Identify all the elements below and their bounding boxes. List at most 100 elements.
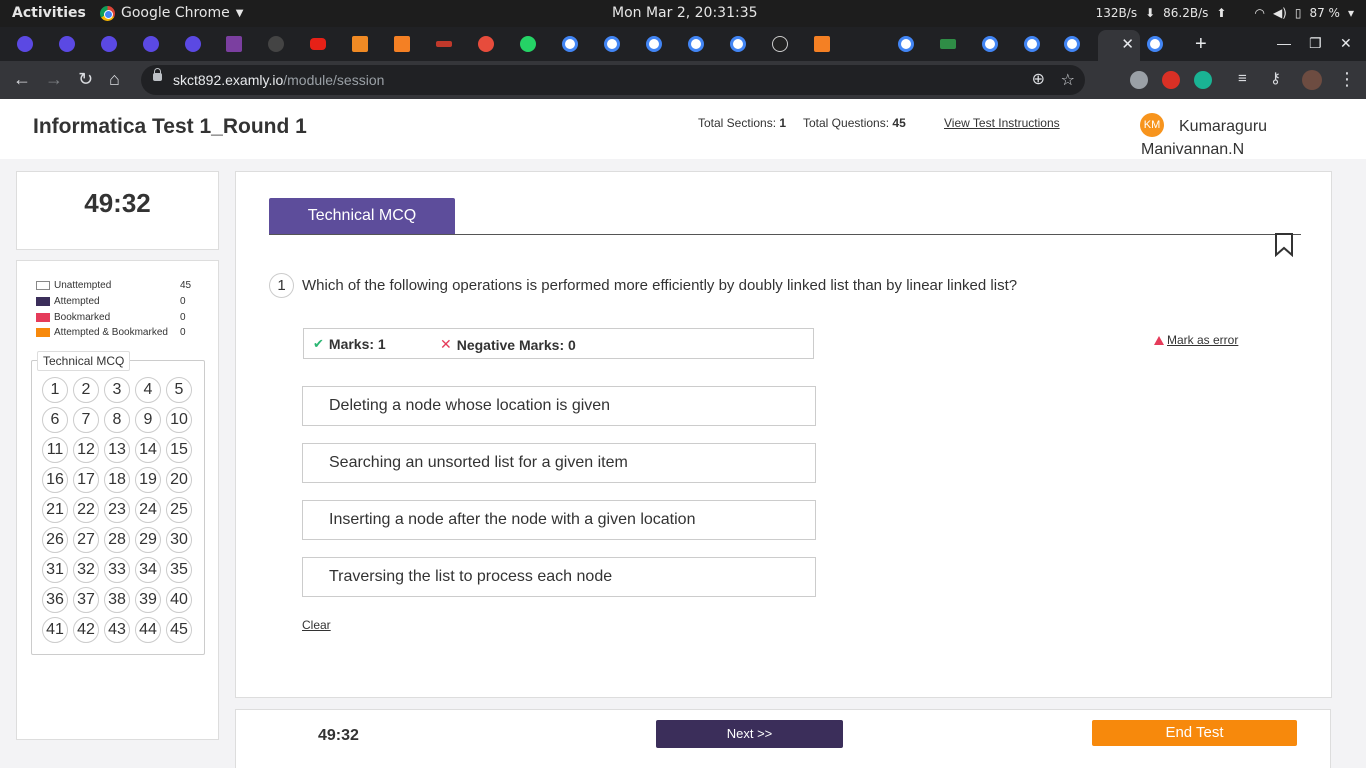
question-nav-button[interactable]: 43 [104,617,130,643]
question-nav-button[interactable]: 37 [73,587,99,613]
add-icon[interactable]: ⊕ [1032,69,1045,89]
question-nav-button[interactable]: 36 [42,587,68,613]
home-icon[interactable]: ⌂ [109,69,120,89]
extension-icon[interactable] [1194,71,1212,89]
question-nav-button[interactable]: 31 [42,557,68,583]
question-nav-button[interactable]: 28 [104,527,130,553]
github-icon[interactable] [268,36,284,52]
google-icon[interactable] [688,36,704,52]
tab-favicon[interactable] [185,36,201,52]
active-tab[interactable]: ✕ [1098,30,1140,61]
youtube-icon[interactable] [310,38,326,50]
question-nav-button[interactable]: 40 [166,587,192,613]
question-nav-button[interactable]: 30 [166,527,192,553]
bookmark-star-icon[interactable]: ☆ [1061,70,1075,90]
question-nav-button[interactable]: 38 [104,587,130,613]
question-nav-button[interactable]: 27 [73,527,99,553]
question-nav-button[interactable]: 22 [73,497,99,523]
question-nav-button[interactable]: 35 [166,557,192,583]
tab-technical-mcq[interactable]: Technical MCQ [269,198,455,234]
question-nav-button[interactable]: 11 [42,437,68,463]
question-nav-button[interactable]: 2 [73,377,99,403]
tab-favicon[interactable] [772,36,788,52]
tab-favicon[interactable] [17,36,33,52]
question-nav-button[interactable]: 17 [73,467,99,493]
profile-avatar[interactable] [1302,70,1322,90]
key-icon[interactable]: ⚷ [1270,69,1281,89]
option-b[interactable]: Searching an unsorted list for a given i… [302,443,816,483]
question-nav-button[interactable]: 4 [135,377,161,403]
section-title[interactable]: Technical MCQ [37,351,131,371]
google-icon[interactable] [1024,36,1040,52]
stackoverflow-icon[interactable] [394,36,410,52]
tab-favicon[interactable] [940,39,956,49]
question-nav-button[interactable]: 29 [135,527,161,553]
forward-icon[interactable]: → [45,69,63,89]
question-nav-button[interactable]: 25 [166,497,192,523]
tab-favicon[interactable] [101,36,117,52]
stackoverflow-icon[interactable] [814,36,830,52]
question-nav-button[interactable]: 44 [135,617,161,643]
question-nav-button[interactable]: 8 [104,407,130,433]
tab-favicon[interactable] [352,36,368,52]
question-nav-button[interactable]: 33 [104,557,130,583]
question-nav-button[interactable]: 13 [104,437,130,463]
lock-icon[interactable] [153,68,162,81]
question-nav-button[interactable]: 34 [135,557,161,583]
question-nav-button[interactable]: 32 [73,557,99,583]
option-d[interactable]: Traversing the list to process each node [302,557,816,597]
mark-as-error-link[interactable]: Mark as error [1154,333,1238,347]
question-nav-button[interactable]: 19 [135,467,161,493]
app-menu[interactable]: Google Chrome ▼ [100,5,243,21]
question-nav-button[interactable]: 20 [166,467,192,493]
minimize-icon[interactable]: — [1277,35,1291,51]
question-nav-button[interactable]: 42 [73,617,99,643]
google-icon[interactable] [898,36,914,52]
tab-favicon[interactable] [143,36,159,52]
kebab-menu-icon[interactable]: ⋮ [1338,69,1356,89]
system-clock[interactable]: Mon Mar 2, 20:31:35 [612,5,758,21]
question-nav-button[interactable]: 7 [73,407,99,433]
close-tab-icon[interactable]: ✕ [1121,35,1134,53]
google-icon[interactable] [646,36,662,52]
google-icon[interactable] [1064,36,1080,52]
system-status-area[interactable]: 132B/s ⬇ 86.2B/s ⬆ ◠ ◀) ▯ 87 % ▾ [1096,6,1354,20]
question-nav-button[interactable]: 9 [135,407,161,433]
question-nav-button[interactable]: 23 [104,497,130,523]
question-nav-button[interactable]: 18 [104,467,130,493]
extension-icon[interactable] [1162,71,1180,89]
activities-button[interactable]: Activities [12,5,86,21]
maximize-icon[interactable]: ❐ [1309,35,1322,52]
reload-icon[interactable]: ↻ [78,69,93,89]
question-nav-button[interactable]: 1 [42,377,68,403]
new-tab-button[interactable]: + [1195,33,1207,56]
playlist-icon[interactable]: ≡ [1238,69,1247,89]
question-nav-button[interactable]: 5 [166,377,192,403]
question-nav-button[interactable]: 39 [135,587,161,613]
question-nav-button[interactable]: 14 [135,437,161,463]
question-nav-button[interactable]: 45 [166,617,192,643]
url-text[interactable]: skct892.examly.io/module/session [173,72,384,88]
end-test-button[interactable]: End Test [1092,720,1297,746]
extension-icon[interactable] [1130,71,1148,89]
whatsapp-icon[interactable] [520,36,536,52]
question-nav-button[interactable]: 12 [73,437,99,463]
question-nav-button[interactable]: 6 [42,407,68,433]
question-nav-button[interactable]: 41 [42,617,68,643]
google-icon[interactable] [562,36,578,52]
tab-favicon[interactable] [59,36,75,52]
view-instructions-link[interactable]: View Test Instructions [944,116,1060,130]
question-nav-button[interactable]: 16 [42,467,68,493]
google-icon[interactable] [730,36,746,52]
question-nav-button[interactable]: 26 [42,527,68,553]
address-bar[interactable]: skct892.examly.io/module/session ⊕ ☆ [141,65,1085,95]
google-icon[interactable] [1147,36,1163,52]
question-nav-button[interactable]: 10 [166,407,192,433]
close-window-icon[interactable]: ✕ [1340,35,1352,52]
google-icon[interactable] [982,36,998,52]
tab-favicon[interactable] [436,41,452,47]
ask-icon[interactable] [478,36,494,52]
avatar[interactable]: KM [1140,113,1164,137]
clear-button[interactable]: Clear [302,618,331,632]
back-icon[interactable]: ← [13,69,31,89]
